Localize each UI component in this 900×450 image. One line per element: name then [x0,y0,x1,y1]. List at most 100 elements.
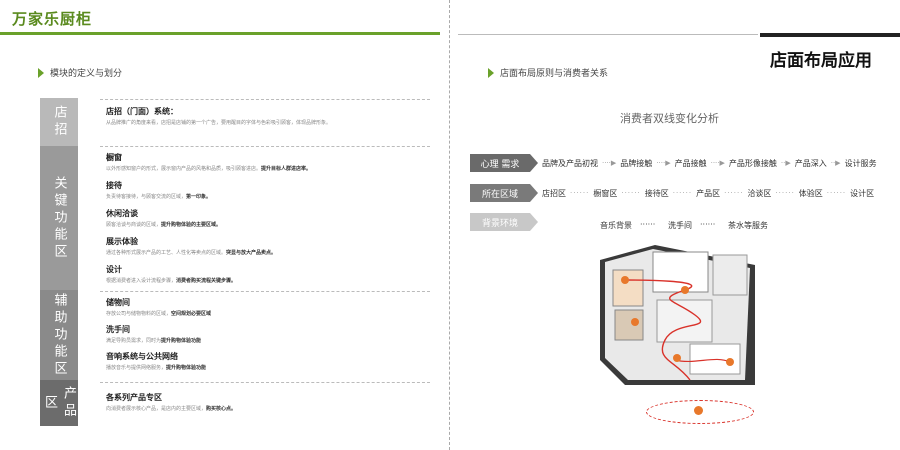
item-title: 店招（门面）系统： [106,107,178,116]
item-emphasis: 空间规划必要区域 [171,311,212,317]
item-desc: 存放公司与储物物料的区域， [106,311,172,317]
arrow-icon: ····▶ [656,159,671,167]
zone-step: 体验区 [798,188,823,198]
row-tag: 心理 需求 [470,154,538,172]
env-item: 茶水等服务 [728,221,768,230]
list-item: 接待 负责待客接待，与顾客交流的区域，第一印象。 [106,180,436,201]
item-desc: 通过各种形式展示产品的工艺、人性化等卖点的区域。 [106,250,227,256]
item-emphasis: 提升购物体验功能 [166,365,207,371]
diagram-title: 消费者双线变化分析 [620,112,719,125]
title-rule [760,33,900,37]
item-title: 接待 [106,181,122,190]
customer-marker-icon [621,276,629,284]
flow-row-zone: 所在区域 店招区 ······ 橱窗区 ······ 接待区 ······ 产品区 ··… [470,184,874,202]
list-item: 休闲洽谈 顾客洽谈与商谈的区域，提升购物体验的主要区域。 [106,208,436,229]
zone-step: 设计区 [850,188,875,198]
item-emphasis: 提升购物体验的主要区域。 [161,222,222,228]
section-heading-left: 模块的定义与划分 [38,66,122,79]
item-emphasis: 购买核心点。 [206,406,237,412]
section-marker-icon [38,67,44,78]
item-desc: 播放音乐与提供网络服务， [106,365,167,371]
arrow-icon: ····▶ [602,159,617,167]
item-emphasis: 提升购物体验功能 [161,338,202,344]
flow-row-environment: 背景环境 [470,213,538,231]
plan-room [612,269,644,307]
divider [100,146,430,147]
list-item: 各系列产品专区 向消费者展示核心产品，是店内的主要区域，购买核心点。 [106,392,436,413]
flow-step: 品牌及产品初视 [542,158,598,168]
category-aux-function: 辅助功能区 [40,290,78,380]
plan-room [652,251,709,293]
zone-step: 接待区 [644,188,669,198]
list-item: 橱窗 以外形感知窗户的形式，展示窗内产品的风格和品质，吸引顾客进店。提升目标人群… [106,152,436,173]
customer-marker-icon [694,406,703,415]
item-title: 储物间 [106,298,130,307]
brand-logo: 万家乐厨柜 [12,10,93,28]
flow-step: 产品接触 [674,158,707,168]
zone-step: 洽谈区 [747,188,772,198]
category-key-function: 关键功能区 [40,146,78,290]
section-marker-icon [488,67,494,78]
list-item: 设计 根据消费者进入设计流程步骤，消费者购买流程关键步骤。 [106,264,436,285]
section-heading-right: 店面布局原则与消费者关系 [488,66,608,79]
flow-step: 产品深入 [794,158,827,168]
arrow-icon: ··▶ [830,159,841,167]
item-title: 音响系统与公共网络 [106,352,178,361]
row-tag: 背景环境 [470,213,538,231]
item-emphasis: 提升目标人群进店率。 [261,166,312,172]
customer-marker-icon [681,286,689,294]
category-signage: 店招 [40,98,78,146]
item-desc: 顾客洽谈与商谈的区域， [106,222,162,228]
customer-marker-icon [631,318,639,326]
env-dots: ······ [700,220,716,229]
top-rule-right [458,34,758,35]
section-label: 模块的定义与划分 [50,69,123,79]
item-emphasis: 突显与放大产品卖点。 [226,250,277,256]
customer-marker-icon [726,358,734,366]
item-title: 各系列产品专区 [106,393,162,402]
flow-step: 设计服务 [844,158,877,168]
list-item: 储物间 存放公司与储物物料的区域，空间规划必要区域 [106,297,436,318]
row-tag: 所在区域 [470,184,538,202]
env-item: 音乐背景 [600,221,632,230]
section-label: 店面布局原则与消费者关系 [500,69,609,79]
zone-step: 橱窗区 [593,188,618,198]
divider [100,382,430,383]
page-title: 店面布局应用 [770,51,872,71]
env-dots: ······ [640,220,656,229]
item-title: 展示体验 [106,237,138,246]
divider [100,291,430,292]
item-emphasis: 消费者购买流程关键步骤。 [176,278,237,284]
item-desc: 以外形感知窗户的形式，展示窗内产品的风格和品质，吸引顾客进店。 [106,166,262,172]
env-item: 洗手间 [668,221,692,230]
item-desc: 负责待客接待，与顾客交流的区域， [106,194,187,200]
item-title: 洗手间 [106,325,130,334]
flow-step: 产品形像接触 [728,158,777,168]
plan-room [712,254,748,296]
brochure-spread: 万家乐厨柜 店面布局应用 模块的定义与划分 店招 关键功能区 辅助功能区 产品区… [0,0,900,450]
page-fold [449,0,450,450]
divider [100,99,430,100]
item-desc: 根据消费者进入设计流程步骤， [106,278,177,284]
item-title: 橱窗 [106,153,122,162]
plan-room [614,309,644,341]
item-emphasis: 第一印象。 [186,194,212,200]
list-item: 展示体验 通过各种形式展示产品的工艺、人性化等卖点的区域。突显与放大产品卖点。 [106,236,436,257]
item-title: 休闲洽谈 [106,209,138,218]
list-item: 店招（门面）系统： 从品牌推广的角度来看，店招是店铺的第一个广告，要用醒目的字体… [106,106,436,127]
arrow-icon: ····▶ [710,159,725,167]
flow-step: 品牌接触 [620,158,653,168]
list-item: 音响系统与公共网络 播放音乐与提供网络服务，提升购物体验功能 [106,351,436,372]
zone-step: 产品区 [696,188,721,198]
category-product: 产品区 [40,380,78,426]
arrow-icon: ··▶ [780,159,791,167]
item-title: 设计 [106,265,122,274]
item-desc: 满足导购员需求，同时为 [106,338,162,344]
plan-room [656,299,713,343]
store-floorplan-illustration [600,245,755,385]
customer-marker-icon [673,354,681,362]
zone-step: 店招区 [542,188,566,198]
list-item: 洗手间 满足导购员需求，同时为提升购物体验功能 [106,324,436,345]
flow-row-psychology: 心理 需求 品牌及产品初视 ····▶ 品牌接触 ····▶ 产品接触 ····▶ 产… [470,154,877,172]
item-desc: 向消费者展示核心产品，是店内的主要区域， [106,406,207,412]
